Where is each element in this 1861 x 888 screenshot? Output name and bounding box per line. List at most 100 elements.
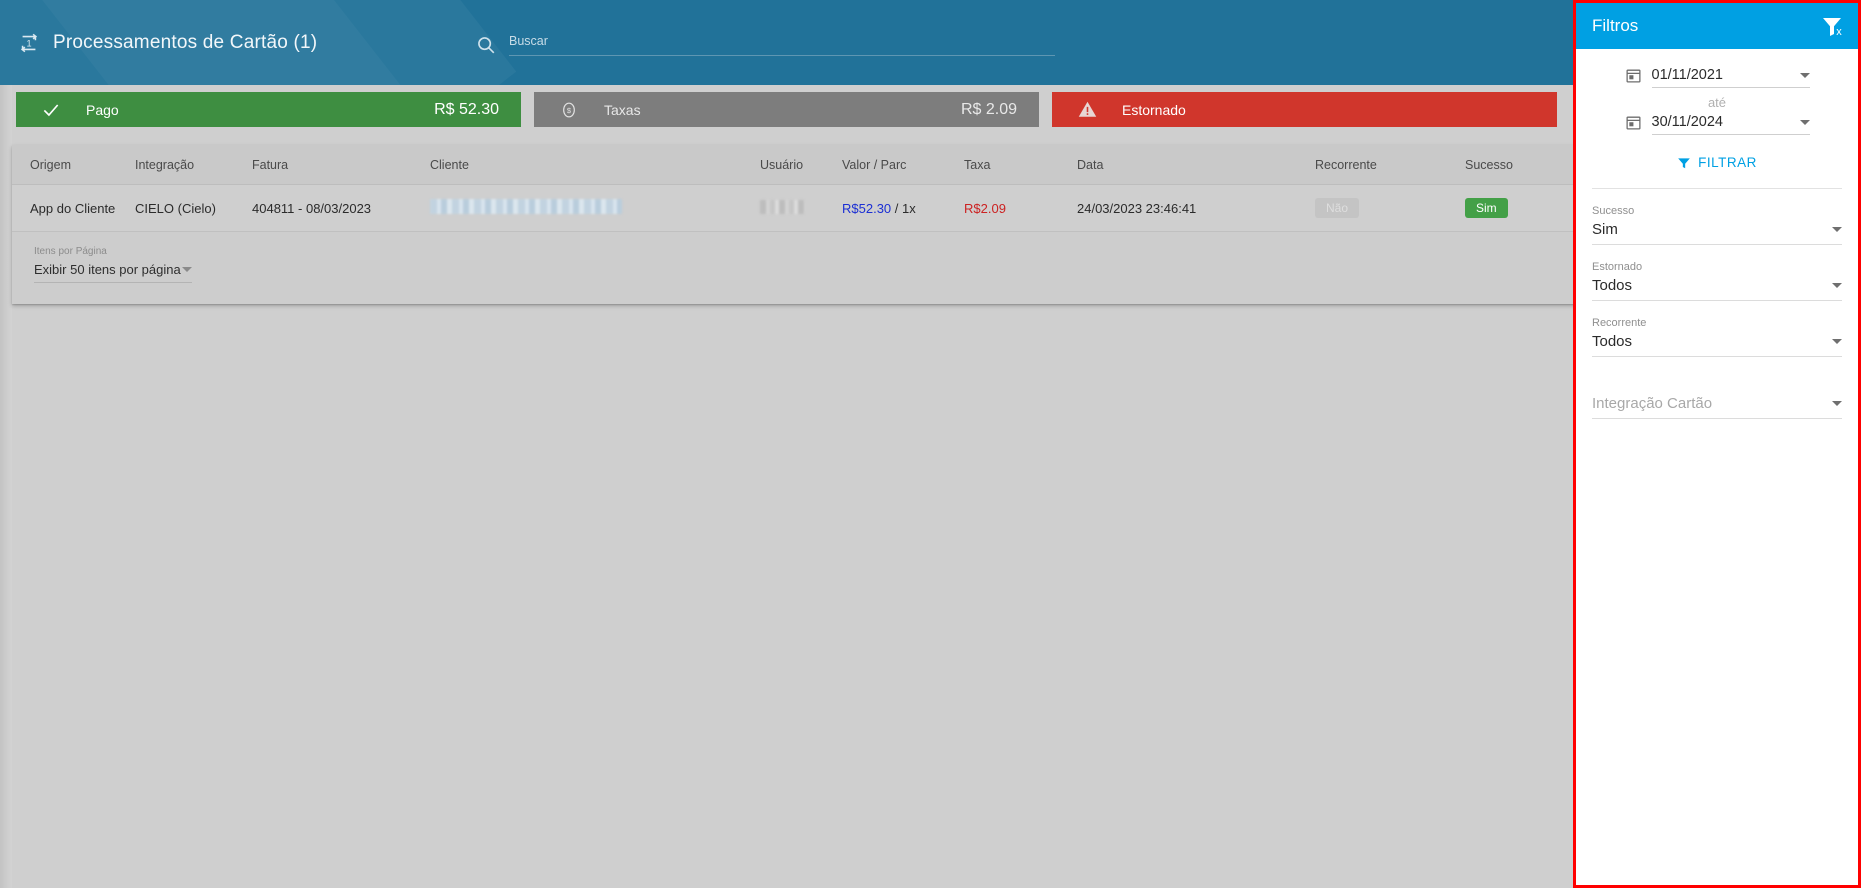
- column-header-integracao[interactable]: Integração: [135, 158, 252, 172]
- filter-select-recorrente-field[interactable]: Todos: [1592, 333, 1842, 357]
- cell-integracao: CIELO (Cielo): [135, 200, 216, 216]
- recorrente-badge: Não: [1315, 198, 1360, 218]
- status-card-taxas-value: R$ 2.09: [960, 100, 1017, 118]
- column-header-taxa[interactable]: Taxa: [964, 158, 1077, 172]
- column-header-fatura[interactable]: Fatura: [252, 158, 430, 172]
- status-card-pago-value: R$ 52.30: [434, 100, 499, 118]
- filters-date-section: 01/11/2021 até 30/11/2024 FILTRAR: [1576, 49, 1858, 189]
- filter-select-integracao-cartao[interactable]: Integração Cartão: [1576, 395, 1858, 419]
- filter-remove-icon[interactable]: x: [1820, 14, 1844, 38]
- filters-title: Filtros: [1592, 16, 1639, 35]
- search-input[interactable]: Buscar: [509, 32, 1055, 56]
- repeat-one-icon: 1: [18, 32, 40, 54]
- status-card-pago[interactable]: Pago R$ 52.30: [16, 92, 521, 127]
- cell-recorrente: Não: [1315, 198, 1465, 218]
- funnel-icon: [1677, 156, 1691, 170]
- filter-select-recorrente-label: Recorrente: [1592, 317, 1647, 329]
- calendar-icon[interactable]: [1625, 67, 1642, 84]
- chevron-down-icon[interactable]: [1799, 119, 1810, 125]
- filter-apply-row: FILTRAR: [1592, 151, 1842, 174]
- svg-text:1: 1: [26, 38, 31, 48]
- cell-taxa: R$2.09: [964, 201, 1077, 216]
- filter-select-sucesso-label: Sucesso: [1592, 205, 1635, 217]
- status-card-estornado-label: Estornado: [1122, 101, 1186, 118]
- date-range-separator-label: até: [1707, 95, 1727, 110]
- calendar-icon[interactable]: [1625, 114, 1642, 131]
- cell-valor-parcelas: / 1x: [894, 200, 916, 216]
- status-card-estornado[interactable]: Estornado: [1052, 92, 1557, 127]
- warning-icon: [1052, 99, 1122, 120]
- search-placeholder: Buscar: [509, 34, 548, 48]
- filter-select-sucesso-field[interactable]: Sim: [1592, 221, 1842, 245]
- date-from-row: 01/11/2021: [1592, 67, 1842, 88]
- filter-select-sucesso-value: Sim: [1592, 221, 1618, 238]
- cell-origem: App do Cliente: [30, 200, 116, 216]
- search-icon: [475, 34, 497, 56]
- app-root: 1 Processamentos de Cartão (1) Buscar Pa…: [0, 0, 1861, 888]
- svg-text:$: $: [567, 105, 572, 114]
- chevron-down-icon[interactable]: [1832, 227, 1842, 232]
- filter-select-estornado-value: Todos: [1592, 277, 1633, 294]
- table-row[interactable]: App do Cliente CIELO (Cielo) 404811 - 08…: [12, 185, 1583, 232]
- column-header-recorrente[interactable]: Recorrente: [1315, 158, 1465, 172]
- column-header-usuario[interactable]: Usuário: [760, 158, 842, 172]
- table-header-row: Origem Integração Fatura Cliente Usuário…: [12, 145, 1583, 185]
- date-from-value: 01/11/2021: [1651, 67, 1724, 83]
- column-header-valor[interactable]: Valor / Parc: [842, 158, 964, 172]
- search-bar[interactable]: Buscar: [475, 32, 1055, 56]
- filter-select-sucesso[interactable]: Sucesso Sim: [1576, 205, 1858, 245]
- page-header: 1 Processamentos de Cartão (1) Buscar: [0, 0, 1583, 85]
- cell-cliente: [430, 199, 760, 217]
- date-to-input[interactable]: 30/11/2024: [1651, 114, 1810, 135]
- page-scroll-gutter[interactable]: [0, 0, 12, 888]
- coin-icon: $: [534, 100, 604, 120]
- filters-divider: [1592, 188, 1842, 189]
- column-header-origem[interactable]: Origem: [12, 158, 135, 172]
- cell-valor: R$52.30 / 1x: [842, 201, 964, 216]
- column-header-sucesso[interactable]: Sucesso: [1465, 158, 1575, 172]
- cell-usuario: [760, 199, 842, 217]
- chevron-down-icon: [182, 267, 192, 272]
- cell-valor-amount[interactable]: R$52.30: [842, 201, 891, 216]
- check-icon: [16, 100, 86, 120]
- filter-select-recorrente[interactable]: Recorrente Todos: [1576, 317, 1858, 357]
- status-card-taxas[interactable]: $ Taxas R$ 2.09: [534, 92, 1039, 127]
- date-from-input[interactable]: 01/11/2021: [1651, 67, 1810, 88]
- chevron-down-icon[interactable]: [1799, 72, 1810, 78]
- items-per-page-select[interactable]: Exibir 50 itens por página: [34, 262, 192, 283]
- results-panel: Origem Integração Fatura Cliente Usuário…: [12, 145, 1583, 304]
- column-header-data[interactable]: Data: [1077, 158, 1315, 172]
- column-header-cliente[interactable]: Cliente: [430, 158, 760, 172]
- filter-select-integracao-cartao-placeholder: Integração Cartão: [1592, 395, 1713, 412]
- filter-select-estornado-field[interactable]: Todos: [1592, 277, 1842, 301]
- chevron-down-icon[interactable]: [1832, 401, 1842, 406]
- status-badge: Sim: [1465, 198, 1508, 218]
- filter-select-recorrente-value: Todos: [1592, 333, 1633, 350]
- filters-drawer-highlight: Filtros x 01/11/2021 até 30/11/2024 FILT…: [1573, 0, 1861, 888]
- filter-apply-label: FILTRAR: [1698, 155, 1757, 170]
- cell-fatura: 404811 - 08/03/2023: [252, 200, 372, 216]
- status-card-pago-label: Pago: [86, 101, 119, 118]
- chevron-down-icon[interactable]: [1832, 283, 1842, 288]
- cell-taxa-amount: R$2.09: [964, 200, 1006, 216]
- table-footer: Itens por Página Exibir 50 itens por pág…: [12, 232, 1583, 304]
- filter-select-estornado-label: Estornado: [1592, 261, 1643, 273]
- items-per-page-control[interactable]: Itens por Página Exibir 50 itens por pág…: [34, 246, 192, 283]
- filter-apply-button[interactable]: FILTRAR: [1669, 151, 1765, 174]
- items-per-page-label: Itens por Página: [34, 246, 107, 257]
- date-to-value: 30/11/2024: [1651, 114, 1724, 130]
- filter-select-integracao-cartao-field[interactable]: Integração Cartão: [1592, 395, 1842, 419]
- status-card-group: Pago R$ 52.30 $ Taxas R$ 2.09 Estornado: [16, 92, 1557, 127]
- page-title: Processamentos de Cartão (1): [53, 31, 318, 53]
- filter-select-estornado[interactable]: Estornado Todos: [1576, 261, 1858, 301]
- filters-drawer: Filtros x 01/11/2021 até 30/11/2024 FILT…: [1576, 3, 1858, 885]
- redacted-user-name: [760, 199, 805, 214]
- items-per-page-value: Exibir 50 itens por página: [34, 262, 181, 277]
- redacted-client-name: [430, 199, 622, 214]
- chevron-down-icon[interactable]: [1832, 339, 1842, 344]
- svg-text:x: x: [1836, 26, 1842, 38]
- cell-data: 24/03/2023 23:46:41: [1077, 200, 1197, 216]
- date-to-row: 30/11/2024: [1592, 114, 1842, 135]
- cell-sucesso: Sim: [1465, 198, 1575, 218]
- filters-drawer-header: Filtros x: [1576, 3, 1858, 49]
